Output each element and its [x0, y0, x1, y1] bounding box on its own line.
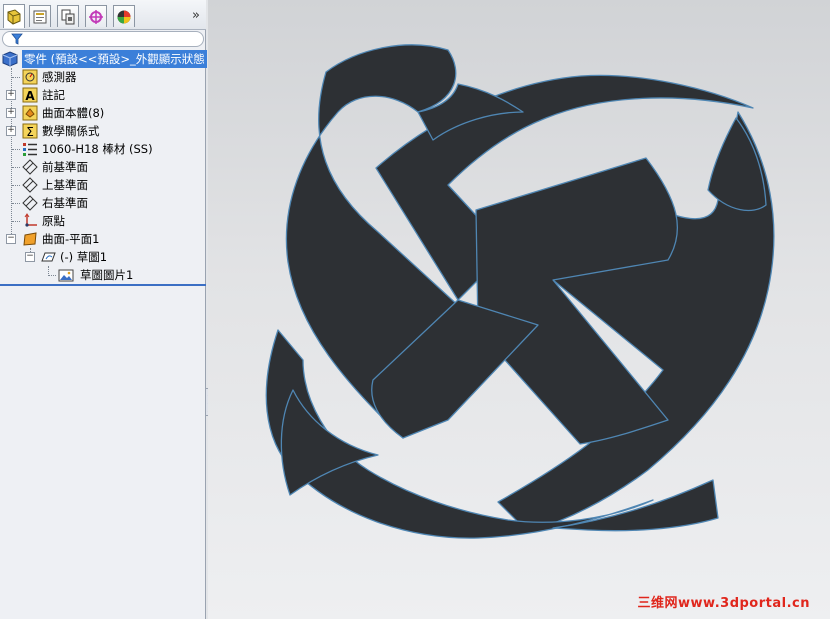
dimxpert-icon — [89, 9, 103, 24]
more-tabs-chevron[interactable]: » — [192, 8, 200, 23]
surface-plane-icon — [23, 232, 37, 246]
sensor-icon — [22, 69, 38, 85]
display-manager-tab[interactable] — [113, 5, 135, 27]
panel-tab-bar: » — [0, 0, 206, 30]
collapse-surface-plane-button[interactable]: − — [6, 234, 16, 244]
expand-surface-bodies-button[interactable]: + — [6, 108, 16, 118]
property-manager-tab[interactable] — [29, 5, 51, 27]
part-icon — [2, 51, 18, 67]
svg-text:A: A — [25, 89, 35, 103]
tree-root-part[interactable]: 零件 (預設<<預設>_外觀顯示狀態 — [0, 50, 207, 68]
sketch-icon — [41, 252, 56, 262]
filter-funnel-icon — [11, 33, 23, 45]
tree-item-sketch[interactable]: − (-) 草圖1 — [0, 248, 206, 266]
tree-item-equations[interactable]: + Σ 數學關係式 — [0, 122, 206, 140]
plane-icon — [22, 177, 38, 193]
property-manager-icon — [33, 10, 47, 23]
configuration-manager-icon — [61, 9, 75, 24]
expand-annotations-button[interactable]: + — [6, 90, 16, 100]
feature-manager-panel: » 零件 (預設<<預設>_外觀顯示狀態 感測器 + A 註記 + 曲面本體(8… — [0, 0, 207, 619]
tree-item-sensors[interactable]: 感測器 — [0, 68, 206, 86]
tree-item-top-plane[interactable]: 上基準面 — [0, 176, 206, 194]
tree-item-sketch-picture[interactable]: 草圖圖片1 — [0, 266, 206, 284]
plane-icon — [22, 195, 38, 211]
graphics-viewport[interactable]: 三维网www.3dportal.cn — [208, 0, 830, 619]
expand-equations-button[interactable]: + — [6, 126, 16, 136]
tree-item-right-plane[interactable]: 右基準面 — [0, 194, 206, 212]
tree-rollback-bar[interactable] — [0, 284, 206, 286]
svg-text:Σ: Σ — [26, 125, 34, 139]
configuration-manager-tab[interactable] — [57, 5, 79, 27]
sketch-picture-icon — [58, 269, 74, 282]
feature-manager-icon — [7, 8, 21, 25]
tree-filter-input[interactable] — [2, 31, 204, 47]
watermark-text: 三维网www.3dportal.cn — [637, 596, 810, 611]
tree-item-material[interactable]: 1060-H18 棒材 (SS) — [0, 140, 206, 158]
tree-item-front-plane[interactable]: 前基準面 — [0, 158, 206, 176]
material-icon — [23, 143, 37, 156]
tree-item-surface-plane[interactable]: − 曲面-平面1 — [0, 230, 206, 248]
collapse-sketch-button[interactable]: − — [25, 252, 35, 262]
display-manager-icon — [117, 10, 131, 23]
tree-item-surface-bodies[interactable]: + 曲面本體(8) — [0, 104, 206, 122]
tree-item-annotations[interactable]: + A 註記 — [0, 86, 206, 104]
plane-icon — [22, 159, 38, 175]
logo-tip-right — [707, 117, 767, 212]
equations-icon: Σ — [22, 123, 38, 139]
tree-item-origin[interactable]: 原點 — [0, 212, 206, 230]
annotation-icon: A — [22, 87, 38, 103]
surface-bodies-folder-icon — [22, 105, 38, 121]
feature-manager-tab[interactable] — [3, 4, 25, 28]
knot-logo-surface[interactable] — [208, 0, 830, 619]
origin-icon — [24, 213, 37, 227]
dimxpert-tab[interactable] — [85, 5, 107, 27]
